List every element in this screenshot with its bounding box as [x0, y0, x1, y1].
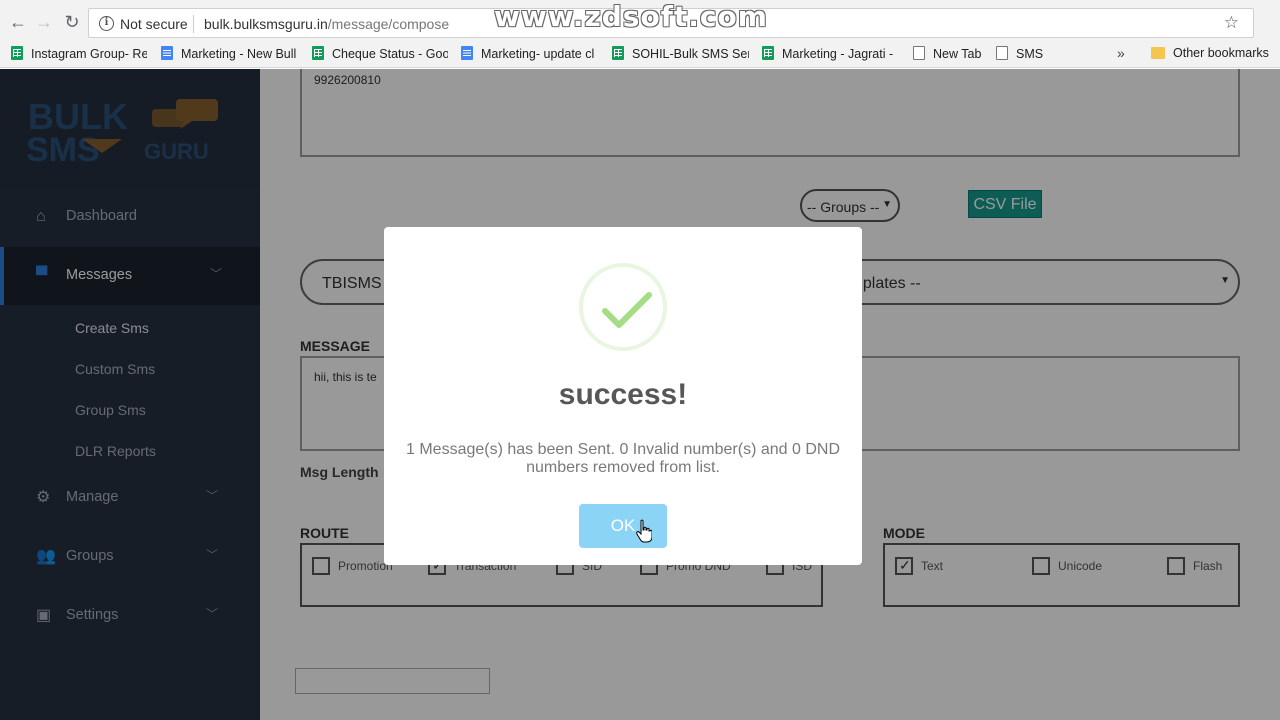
docs-icon [161, 46, 173, 60]
docs-icon [461, 46, 473, 60]
dialog-title: success! [558, 378, 688, 411]
bookmarks-bar: Instagram Group- Re Marketing - New Bull… [0, 42, 1280, 68]
checkmark-icon [602, 292, 652, 328]
bookmark-item[interactable]: Instagram Group- Re [11, 46, 147, 61]
ok-button[interactable]: OK [579, 504, 667, 548]
bookmark-item[interactable]: Cheque Status - Goo [312, 46, 448, 61]
sheets-icon [11, 46, 23, 60]
bookmark-item[interactable]: Marketing - Jagrati - [762, 46, 898, 61]
page-icon [913, 46, 925, 60]
not-secure-label: Not secure [120, 16, 188, 32]
bookmark-item[interactable]: SOHIL-Bulk SMS Sent [612, 46, 749, 61]
bookmark-item[interactable]: Marketing - New Bull [161, 46, 298, 61]
forward-icon[interactable]: → [34, 12, 54, 32]
url-text[interactable]: bulk.bulksmsguru.in/message/compose [204, 16, 449, 32]
bookmark-item[interactable]: Marketing- update cl [461, 46, 598, 61]
bookmark-star-icon[interactable]: ☆ [1224, 13, 1239, 33]
browser-toolbar: ← → ↻ i Not secure bulk.bulksmsguru.in/m… [0, 0, 1280, 42]
hand-cursor-icon [636, 519, 652, 543]
info-icon[interactable]: i [99, 16, 114, 31]
dialog-message: 1 Message(s) has been Sent. 0 Invalid nu… [406, 441, 840, 476]
reload-icon[interactable]: ↻ [62, 12, 82, 32]
folder-icon [1151, 47, 1165, 59]
watermark: www.zdsoft.com [494, 0, 768, 33]
bookmark-item[interactable]: SMS [996, 46, 1056, 61]
sheets-icon [762, 46, 774, 60]
sheets-icon [612, 46, 624, 60]
page-icon [996, 46, 1008, 60]
other-bookmarks[interactable]: Other bookmarks [1151, 46, 1271, 60]
more-bookmarks-icon[interactable]: » [1117, 45, 1125, 61]
sheets-icon [312, 46, 324, 60]
divider [193, 15, 194, 33]
success-check-icon [579, 263, 667, 351]
back-icon[interactable]: ← [8, 12, 28, 32]
bookmark-item[interactable]: New Tab [913, 46, 993, 61]
success-dialog: success! 1 Message(s) has been Sent. 0 I… [384, 227, 862, 565]
